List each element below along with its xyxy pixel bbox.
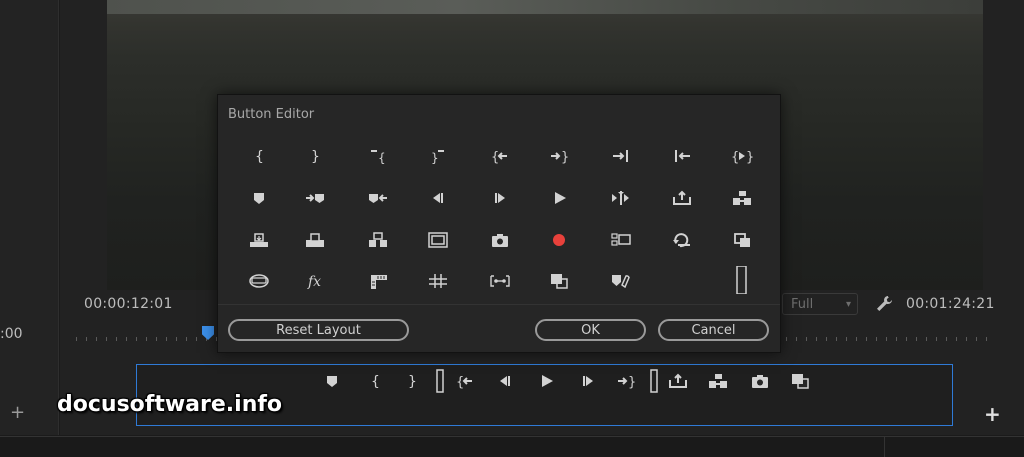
spacer-icon[interactable] bbox=[722, 260, 762, 300]
go-to-next-edit-icon[interactable] bbox=[601, 141, 641, 171]
safe-margins-icon[interactable] bbox=[418, 225, 458, 255]
export-frame-alt-icon[interactable] bbox=[358, 225, 398, 255]
multi-camera-icon[interactable] bbox=[601, 225, 641, 255]
bottom-bar bbox=[0, 436, 1024, 457]
reset-layout-button[interactable]: Reset Layout bbox=[228, 319, 409, 341]
toggle-lumetri-icon[interactable] bbox=[601, 266, 641, 296]
svg-text:{: { bbox=[491, 150, 499, 164]
step-forward-icon[interactable] bbox=[573, 365, 603, 397]
mark-in-icon[interactable]: { bbox=[239, 141, 279, 171]
mark-in-icon[interactable]: { bbox=[360, 365, 390, 397]
extract-icon[interactable] bbox=[722, 183, 762, 213]
loop-icon[interactable] bbox=[662, 225, 702, 255]
svg-text:}: } bbox=[431, 151, 439, 164]
clear-in-icon[interactable]: { bbox=[358, 141, 398, 171]
left-panel: :00 + bbox=[0, 0, 59, 435]
dialog-title: Button Editor bbox=[228, 107, 315, 122]
button-editor-dialog: Button Editor {}{}{}{}fx Reset Layout OK… bbox=[217, 94, 781, 353]
svg-text:}: } bbox=[628, 375, 636, 389]
overwrite-icon[interactable] bbox=[295, 225, 335, 255]
show-rulers-icon[interactable] bbox=[358, 266, 398, 296]
go-to-out-icon[interactable]: } bbox=[611, 365, 641, 397]
svg-text:}: } bbox=[408, 374, 417, 389]
go-to-previous-marker-icon[interactable] bbox=[358, 183, 398, 213]
chevron-down-icon: ▾ bbox=[845, 299, 851, 310]
step-back-icon[interactable] bbox=[418, 183, 458, 213]
go-to-in-icon[interactable]: { bbox=[450, 365, 480, 397]
step-back-icon[interactable] bbox=[490, 365, 520, 397]
play-stop-icon[interactable] bbox=[539, 183, 579, 213]
export-frame-icon[interactable] bbox=[480, 225, 520, 255]
comparison-view-icon[interactable] bbox=[785, 365, 815, 397]
duration-timecode: 00:01:24:21 bbox=[906, 296, 995, 312]
svg-text:{: { bbox=[371, 374, 380, 389]
go-to-in-icon[interactable]: { bbox=[480, 141, 520, 171]
play-around-icon[interactable] bbox=[601, 183, 641, 213]
divider bbox=[884, 437, 885, 457]
resolution-dropdown[interactable]: Full ▾ bbox=[782, 293, 858, 315]
step-forward-icon[interactable] bbox=[480, 183, 520, 213]
go-to-next-marker-icon[interactable] bbox=[295, 183, 335, 213]
export-frame-icon[interactable] bbox=[745, 365, 775, 397]
ok-button[interactable]: OK bbox=[535, 319, 646, 341]
show-guides-icon[interactable] bbox=[418, 266, 458, 296]
comparison-view-icon[interactable] bbox=[539, 266, 579, 296]
divider bbox=[218, 304, 780, 305]
record-icon[interactable] bbox=[539, 225, 579, 255]
add-marker-icon[interactable] bbox=[317, 365, 347, 397]
svg-text:{: { bbox=[731, 150, 739, 164]
svg-text:}: } bbox=[311, 149, 320, 164]
add-marker-icon[interactable] bbox=[239, 183, 279, 213]
global-fx-mute-icon[interactable]: fx bbox=[295, 266, 335, 296]
vr-video-icon[interactable] bbox=[239, 266, 279, 296]
svg-text:{: { bbox=[456, 375, 464, 389]
plus-icon[interactable]: + bbox=[10, 402, 25, 423]
clear-out-icon[interactable]: } bbox=[418, 141, 458, 171]
snap-in-program-icon[interactable] bbox=[480, 266, 520, 296]
watermark: docusoftware.info bbox=[57, 392, 283, 417]
svg-text:}: } bbox=[746, 150, 753, 164]
insert-icon[interactable] bbox=[239, 225, 279, 255]
play-stop-icon[interactable] bbox=[531, 365, 561, 397]
current-timecode[interactable]: 00:00:12:01 bbox=[84, 296, 173, 312]
wrench-icon[interactable] bbox=[874, 294, 894, 314]
mark-out-icon[interactable]: } bbox=[397, 365, 427, 397]
go-to-previous-edit-icon[interactable] bbox=[662, 141, 702, 171]
toggle-proxies-icon[interactable] bbox=[722, 225, 762, 255]
plus-icon[interactable]: + bbox=[984, 402, 1001, 426]
svg-text:fx: fx bbox=[307, 274, 321, 289]
play-in-to-out-icon[interactable]: {} bbox=[722, 141, 762, 171]
svg-text:{: { bbox=[255, 149, 264, 164]
go-to-out-icon[interactable]: } bbox=[539, 141, 579, 171]
left-timecode: :00 bbox=[0, 326, 23, 342]
lift-icon[interactable] bbox=[662, 183, 702, 213]
cancel-button[interactable]: Cancel bbox=[658, 319, 769, 341]
svg-text:{: { bbox=[378, 151, 386, 164]
extract-icon[interactable] bbox=[703, 365, 733, 397]
lift-icon[interactable] bbox=[663, 365, 693, 397]
mark-out-icon[interactable]: } bbox=[295, 141, 335, 171]
button-grid: {}{}{}{}fx bbox=[218, 137, 780, 307]
svg-text:}: } bbox=[561, 150, 569, 164]
resolution-value: Full bbox=[791, 297, 814, 312]
